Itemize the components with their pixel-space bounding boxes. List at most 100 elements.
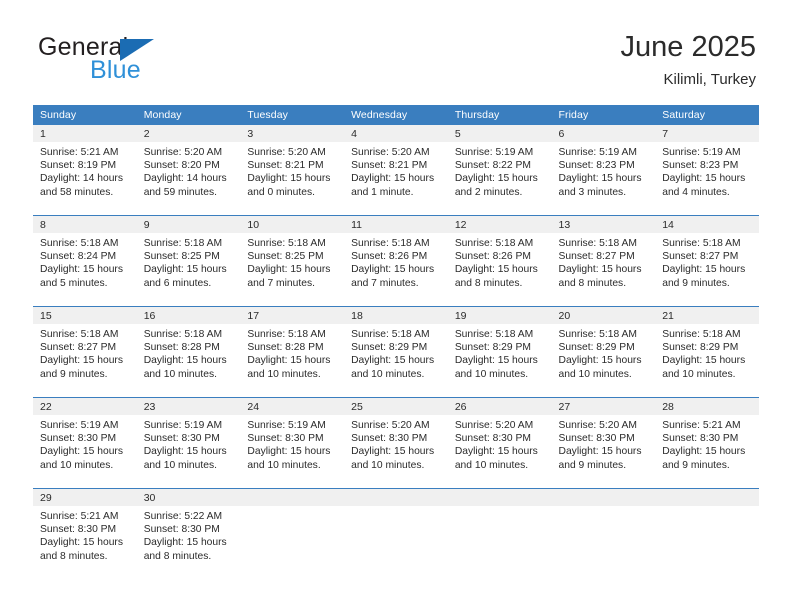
sunrise-time: Sunrise: 5:18 AM xyxy=(454,238,534,249)
day-cell-inner: 7 Sunrise: 5:19 AM Sunset: 8:23 PM Daylight… xyxy=(655,125,759,215)
page-header: General Blue June 2025 Kilimli, Turkey xyxy=(0,0,792,98)
calendar-day-cell[interactable]: 15 Sunrise: 5:18 AM Sunset: 8:27 PM Dayligh… xyxy=(33,306,137,398)
daylight-duration-line1: Daylight: 15 hours xyxy=(454,173,538,185)
day-number: 9 xyxy=(136,216,241,233)
day-number xyxy=(240,489,345,506)
day-number: 13 xyxy=(551,216,656,233)
daylight-duration-line1: Daylight: 15 hours xyxy=(40,355,123,367)
daylight-duration-line1: Daylight: 14 hours xyxy=(143,173,227,185)
calendar-day-cell[interactable]: 23 Sunrise: 5:19 AM Sunset: 8:30 PM Dayligh… xyxy=(136,397,241,489)
day-cell-inner: 13 Sunrise: 5:18 AM Sunset: 8:27 PM Dayligh… xyxy=(551,216,656,306)
day-details: Sunrise: 5:18 AM Sunset: 8:28 PM Daylight:… xyxy=(240,324,344,381)
calendar-day-cell[interactable]: 18 Sunrise: 5:18 AM Sunset: 8:29 PM Dayligh… xyxy=(344,306,448,398)
day-number: 11 xyxy=(344,216,448,233)
calendar-day-cell[interactable]: 6 Sunrise: 5:19 AM Sunset: 8:23 PM Daylight… xyxy=(551,125,656,216)
daylight-duration-line1: Daylight: 15 hours xyxy=(558,355,642,367)
day-cell-inner: 29 Sunrise: 5:21 AM Sunset: 8:30 PM Dayligh… xyxy=(33,489,137,579)
calendar-day-cell[interactable]: 3 Sunrise: 5:20 AM Sunset: 8:21 PM Daylight… xyxy=(240,125,345,216)
day-cell-inner: 9 Sunrise: 5:18 AM Sunset: 8:25 PM Daylight… xyxy=(136,216,241,306)
calendar-day-cell[interactable]: 26 Sunrise: 5:20 AM Sunset: 8:30 PM Dayligh… xyxy=(447,397,552,489)
calendar-day-cell[interactable]: 30 Sunrise: 5:22 AM Sunset: 8:30 PM Dayligh… xyxy=(136,488,241,579)
day-number: 2 xyxy=(136,125,241,142)
daylight-duration-line1: Daylight: 15 hours xyxy=(558,173,642,185)
day-details: Sunrise: 5:18 AM Sunset: 8:29 PM Daylight:… xyxy=(448,324,552,381)
weekday-header-friday: Friday xyxy=(551,105,656,125)
daylight-duration-line1: Daylight: 15 hours xyxy=(351,173,435,185)
daylight-duration-line1: Daylight: 15 hours xyxy=(662,173,746,185)
sunset-time: Sunset: 8:19 PM xyxy=(40,160,117,172)
daylight-duration-line1: Daylight: 15 hours xyxy=(40,264,123,276)
daylight-duration-line1: Daylight: 15 hours xyxy=(454,446,538,458)
sunrise-time: Sunrise: 5:18 AM xyxy=(662,329,741,340)
day-cell-inner: 23 Sunrise: 5:19 AM Sunset: 8:30 PM Dayligh… xyxy=(136,398,241,488)
daylight-duration-line2: and 8 minutes. xyxy=(454,277,523,289)
calendar-day-cell[interactable]: 13 Sunrise: 5:18 AM Sunset: 8:27 PM Dayligh… xyxy=(551,215,656,307)
day-cell-inner: 25 Sunrise: 5:20 AM Sunset: 8:30 PM Dayligh… xyxy=(344,398,448,488)
calendar-day-cell[interactable]: 16 Sunrise: 5:18 AM Sunset: 8:28 PM Dayligh… xyxy=(136,306,241,398)
sunset-time: Sunset: 8:25 PM xyxy=(247,251,324,263)
calendar-day-cell[interactable]: 14 Sunrise: 5:18 AM Sunset: 8:27 PM Dayligh… xyxy=(655,215,759,307)
calendar-day-cell[interactable]: 5 Sunrise: 5:19 AM Sunset: 8:22 PM Daylight… xyxy=(447,125,552,216)
calendar-day-cell[interactable]: 12 Sunrise: 5:18 AM Sunset: 8:26 PM Dayligh… xyxy=(447,215,552,307)
title-block: June 2025 Kilimli, Turkey xyxy=(621,30,756,90)
day-details xyxy=(552,506,656,510)
weekday-header-sunday: Sunday xyxy=(33,105,137,125)
sunset-time: Sunset: 8:30 PM xyxy=(143,433,220,445)
day-number: 6 xyxy=(551,125,656,142)
sunset-time: Sunset: 8:30 PM xyxy=(662,433,739,445)
sunrise-time: Sunrise: 5:20 AM xyxy=(454,420,534,431)
calendar-day-cell[interactable]: 7 Sunrise: 5:19 AM Sunset: 8:23 PM Daylight… xyxy=(655,125,759,216)
day-number: 8 xyxy=(33,216,137,233)
daylight-duration-line2: and 10 minutes. xyxy=(143,459,217,471)
day-number: 1 xyxy=(33,125,137,142)
calendar-day-cell[interactable]: 4 Sunrise: 5:20 AM Sunset: 8:21 PM Daylight… xyxy=(344,125,448,216)
calendar-day-cell[interactable]: 20 Sunrise: 5:18 AM Sunset: 8:29 PM Dayligh… xyxy=(551,306,656,398)
sunrise-time: Sunrise: 5:21 AM xyxy=(40,511,119,522)
sunrise-time: Sunrise: 5:20 AM xyxy=(143,147,223,158)
daylight-duration-line1: Daylight: 15 hours xyxy=(558,446,642,458)
daylight-duration-line2: and 4 minutes. xyxy=(662,186,730,198)
calendar-day-cell[interactable]: 1 Sunrise: 5:21 AM Sunset: 8:19 PM Daylight… xyxy=(33,125,137,216)
daylight-duration-line2: and 10 minutes. xyxy=(454,459,529,471)
day-details: Sunrise: 5:19 AM Sunset: 8:23 PM Daylight:… xyxy=(655,142,759,199)
calendar-day-cell[interactable]: 2 Sunrise: 5:20 AM Sunset: 8:20 PM Daylight… xyxy=(136,125,241,216)
sunrise-time: Sunrise: 5:20 AM xyxy=(247,147,326,158)
calendar-week-row: 15 Sunrise: 5:18 AM Sunset: 8:27 PM Dayligh… xyxy=(33,306,759,398)
day-number xyxy=(344,489,448,506)
calendar-day-cell[interactable]: 27 Sunrise: 5:20 AM Sunset: 8:30 PM Dayligh… xyxy=(551,397,656,489)
calendar-day-cell[interactable]: 9 Sunrise: 5:18 AM Sunset: 8:25 PM Daylight… xyxy=(136,215,241,307)
calendar-day-cell[interactable]: 19 Sunrise: 5:18 AM Sunset: 8:29 PM Dayligh… xyxy=(447,306,552,398)
day-number: 7 xyxy=(655,125,759,142)
sunset-time: Sunset: 8:29 PM xyxy=(662,342,739,354)
weekday-header-wednesday: Wednesday xyxy=(344,105,448,125)
calendar-day-cell[interactable]: 29 Sunrise: 5:21 AM Sunset: 8:30 PM Dayligh… xyxy=(33,488,137,579)
day-cell-inner xyxy=(655,489,759,579)
day-cell-inner: 19 Sunrise: 5:18 AM Sunset: 8:29 PM Dayligh… xyxy=(447,307,552,397)
calendar-day-cell[interactable]: 11 Sunrise: 5:18 AM Sunset: 8:26 PM Dayligh… xyxy=(344,215,448,307)
calendar-day-cell[interactable]: 25 Sunrise: 5:20 AM Sunset: 8:30 PM Dayligh… xyxy=(344,397,448,489)
day-cell-inner: 30 Sunrise: 5:22 AM Sunset: 8:30 PM Dayligh… xyxy=(136,489,241,579)
daylight-duration-line1: Daylight: 15 hours xyxy=(40,446,123,458)
day-details xyxy=(655,506,759,510)
sunset-time: Sunset: 8:26 PM xyxy=(454,251,531,263)
day-details: Sunrise: 5:18 AM Sunset: 8:25 PM Daylight:… xyxy=(137,233,241,290)
sunset-time: Sunset: 8:30 PM xyxy=(143,524,220,536)
calendar-day-cell[interactable]: 28 Sunrise: 5:21 AM Sunset: 8:30 PM Dayligh… xyxy=(655,397,759,489)
daylight-duration-line2: and 5 minutes. xyxy=(40,277,108,289)
day-number: 3 xyxy=(240,125,345,142)
day-details: Sunrise: 5:21 AM Sunset: 8:30 PM Daylight:… xyxy=(33,506,137,563)
calendar-day-cell[interactable]: 22 Sunrise: 5:19 AM Sunset: 8:30 PM Dayligh… xyxy=(33,397,137,489)
day-details: Sunrise: 5:18 AM Sunset: 8:27 PM Daylight:… xyxy=(552,233,656,290)
calendar-day-cell[interactable]: 17 Sunrise: 5:18 AM Sunset: 8:28 PM Dayligh… xyxy=(240,306,345,398)
calendar-day-cell-empty xyxy=(655,488,759,579)
sunrise-time: Sunrise: 5:20 AM xyxy=(351,420,430,431)
calendar-day-cell[interactable]: 21 Sunrise: 5:18 AM Sunset: 8:29 PM Dayligh… xyxy=(655,306,759,398)
calendar-day-cell[interactable]: 10 Sunrise: 5:18 AM Sunset: 8:25 PM Dayligh… xyxy=(240,215,345,307)
daylight-duration-line1: Daylight: 15 hours xyxy=(247,355,331,367)
daylight-duration-line1: Daylight: 15 hours xyxy=(454,355,538,367)
sunset-time: Sunset: 8:28 PM xyxy=(247,342,324,354)
calendar-day-cell[interactable]: 24 Sunrise: 5:19 AM Sunset: 8:30 PM Dayligh… xyxy=(240,397,345,489)
daylight-duration-line2: and 8 minutes. xyxy=(143,550,212,562)
daylight-duration-line2: and 9 minutes. xyxy=(40,368,108,380)
calendar-day-cell[interactable]: 8 Sunrise: 5:18 AM Sunset: 8:24 PM Daylight… xyxy=(33,215,137,307)
